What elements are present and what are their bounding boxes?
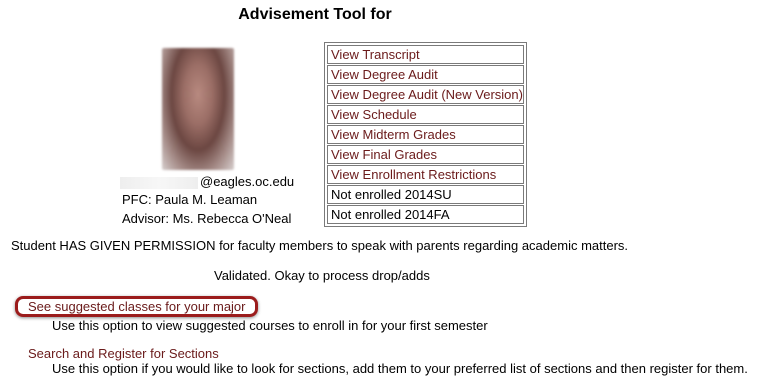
permission-message: Student HAS GIVEN PERMISSION for faculty… bbox=[11, 238, 629, 253]
enrollment-status-fall: Not enrolled 2014FA bbox=[327, 205, 524, 224]
view-schedule-link[interactable]: View Schedule bbox=[327, 105, 524, 124]
advisor-label: Advisor: Ms. Rebecca O'Neal bbox=[122, 211, 292, 226]
view-degree-audit-link[interactable]: View Degree Audit bbox=[327, 65, 524, 84]
student-links-table: View Transcript View Degree Audit View D… bbox=[324, 42, 527, 227]
view-enrollment-restrictions-link[interactable]: View Enrollment Restrictions bbox=[327, 165, 524, 184]
email-suffix: @eagles.oc.edu bbox=[200, 174, 295, 189]
search-register-description: Use this option if you would like to loo… bbox=[52, 361, 748, 376]
view-transcript-link[interactable]: View Transcript bbox=[327, 45, 524, 64]
view-midterm-grades-link[interactable]: View Midterm Grades bbox=[327, 125, 524, 144]
suggested-classes-link[interactable]: See suggested classes for your major bbox=[15, 296, 258, 317]
pfc-label: PFC: Paula M. Leaman bbox=[122, 192, 258, 207]
page-title: Advisement Tool for bbox=[238, 6, 392, 23]
student-email: @eagles.oc.edu bbox=[120, 174, 294, 190]
view-degree-audit-new-link[interactable]: View Degree Audit (New Version) bbox=[327, 85, 524, 104]
validation-message: Validated. Okay to process drop/adds bbox=[214, 268, 430, 283]
search-register-sections-link[interactable]: Search and Register for Sections bbox=[28, 346, 219, 361]
enrollment-status-summer: Not enrolled 2014SU bbox=[327, 185, 524, 204]
suggested-classes-description: Use this option to view suggested course… bbox=[52, 318, 488, 333]
email-redaction bbox=[120, 176, 198, 189]
view-final-grades-link[interactable]: View Final Grades bbox=[327, 145, 524, 164]
student-photo bbox=[162, 48, 234, 170]
